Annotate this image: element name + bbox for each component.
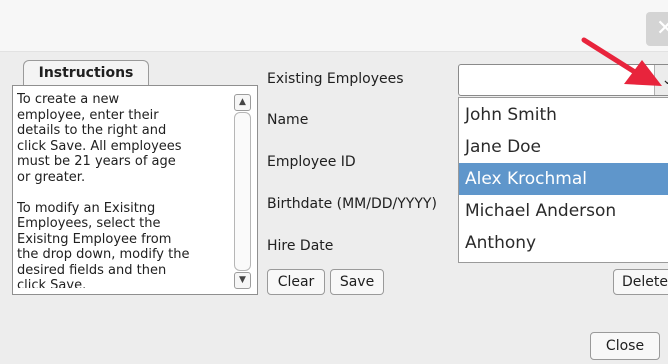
annotation-arrow [581,37,662,86]
annotation-arrow-shaft [581,37,641,77]
annotation-arrow-head [624,60,662,86]
